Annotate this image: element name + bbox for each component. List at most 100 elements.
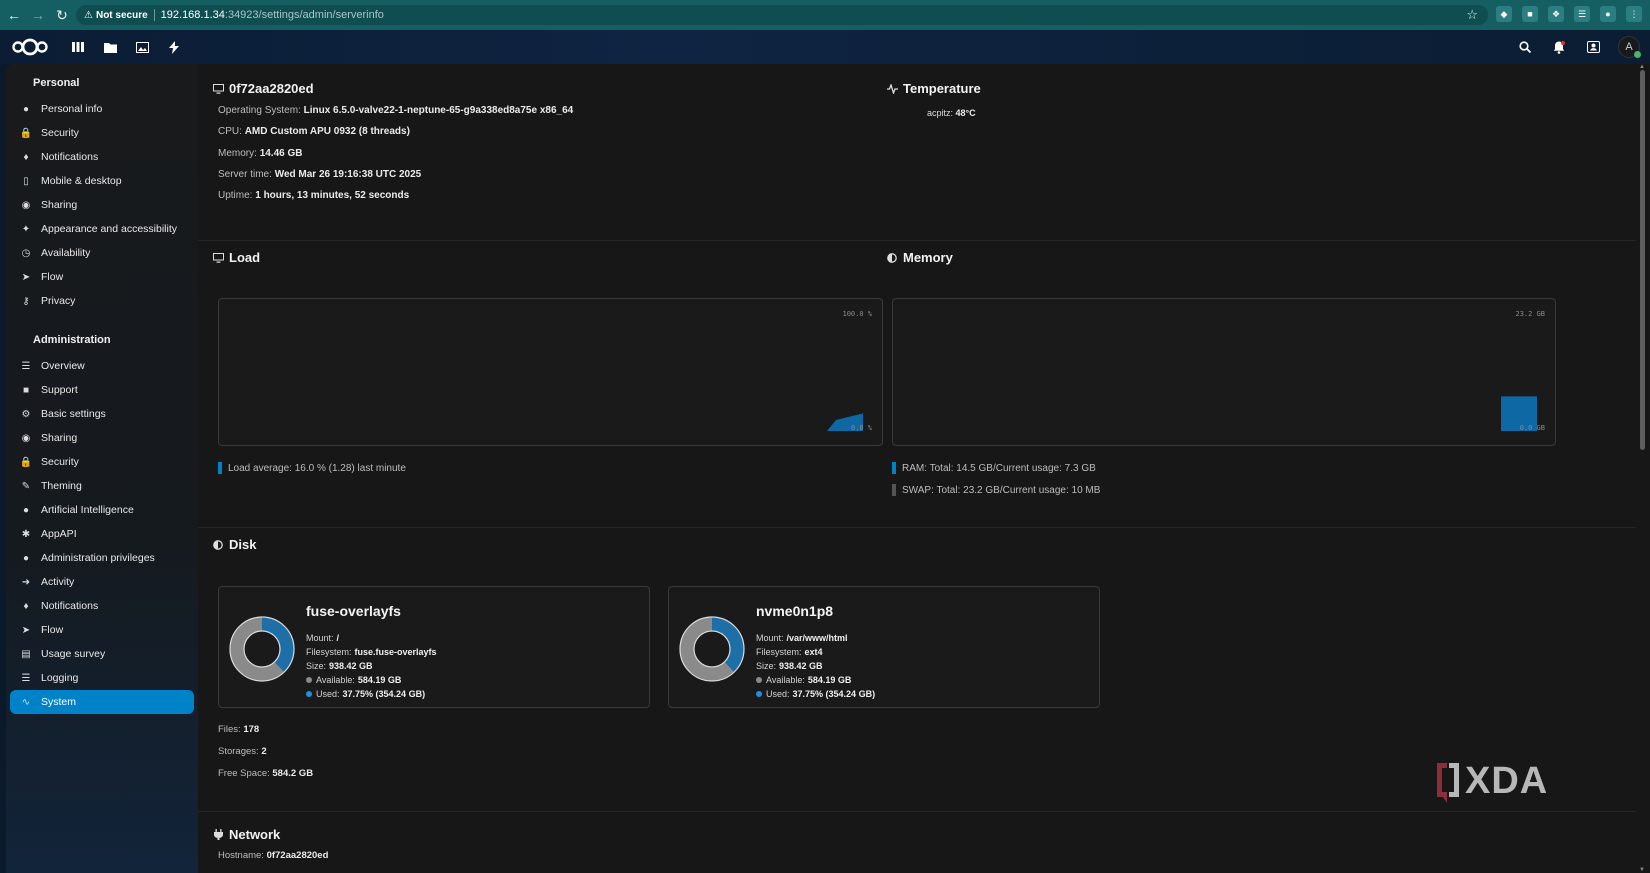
nextcloud-logo-icon[interactable] (10, 37, 50, 57)
sidebar-item-activity[interactable]: ➜ Activity (10, 570, 194, 594)
sidebar-item-mobile-desktop[interactable]: ▯ Mobile & desktop (10, 169, 194, 193)
url-separator (153, 9, 155, 21)
memory-max-label: 23.2 GB (1515, 310, 1545, 318)
sidebar-item-theming[interactable]: ✎ Theming (10, 474, 194, 498)
disk-used: Used: 37.75% (354.24 GB) (756, 689, 875, 699)
sidebar-item-label: Sharing (41, 199, 78, 211)
sidebar-item-flow[interactable]: ➤ Flow (10, 265, 194, 289)
files-count: Files: 178 (218, 724, 260, 735)
extension-icon[interactable]: ◆ (1496, 6, 1512, 22)
files-icon[interactable] (102, 39, 118, 55)
sidebar-item-label: Availability (41, 247, 91, 259)
load-section-title: Load (212, 250, 260, 265)
share-icon: ◉ (21, 199, 31, 211)
sidebar-item-sharing[interactable]: ◉ Sharing (10, 426, 194, 450)
app-header: A (0, 30, 1650, 64)
not-secure-indicator[interactable]: ⚠ Not secure (84, 10, 148, 21)
user-avatar[interactable]: A (1618, 36, 1641, 58)
sidebar-item-personal-info[interactable]: ● Personal info (10, 97, 194, 121)
robot-icon: ● (22, 504, 30, 516)
load-chart-svg (827, 413, 863, 431)
puzzle-icon[interactable]: ❖ (1548, 6, 1564, 22)
sidebar-item-support[interactable]: ■ Support (10, 378, 194, 402)
api-icon: ✱ (21, 528, 31, 540)
sidebar-item-label: Security (41, 127, 79, 139)
disk-filesystem: Filesystem: ext4 (756, 647, 823, 657)
forward-icon[interactable]: → (28, 5, 48, 25)
sidebar-item-flow[interactable]: ➤ Flow (10, 618, 194, 642)
sidebar-item-label: Sharing (41, 432, 78, 444)
sidebar-item-appearance-and-accessibility[interactable]: ✦ Appearance and accessibility (10, 217, 194, 241)
storages-count: Storages: 2 (218, 746, 267, 757)
sidebar-item-artificial-intelligence[interactable]: ● Artificial Intelligence (10, 498, 194, 522)
bookmark-star-icon[interactable]: ☆ (1466, 7, 1478, 23)
watermark-text: XDA (1465, 760, 1549, 802)
scroll-down-icon[interactable]: ▼ (1639, 867, 1645, 873)
browser-toolbar: ← → ↻ ⚠ Not secure 192.168.1.34 :34923/s… (0, 0, 1650, 30)
disk-name: nvme0n1p8 (756, 603, 834, 619)
chat-icon: ■ (22, 384, 30, 396)
sidebar-item-appapi[interactable]: ✱ AppAPI (10, 522, 194, 546)
contacts-icon[interactable] (1584, 38, 1602, 56)
url-host: 192.168.1.34 (160, 9, 225, 21)
xda-watermark: XDA (1435, 760, 1548, 803)
personal-nav-list: ● Personal info 🔒 Security ♦ Notifications ▯ Mo… (6, 97, 198, 313)
sidebar-item-privacy[interactable]: ⚷ Privacy (10, 289, 194, 313)
sidebar-item-label: Administration privileges (41, 552, 155, 564)
sidebar-item-label: Theming (41, 480, 82, 492)
half-circle-icon (886, 252, 898, 263)
monitor-icon (212, 83, 224, 94)
activity-icon[interactable] (166, 39, 182, 55)
pulse-icon (886, 83, 898, 94)
admin-user-icon: ● (22, 552, 30, 564)
sidebar-item-basic-settings[interactable]: ⚙ Basic settings (10, 402, 194, 426)
notifications-bell-icon[interactable] (1550, 38, 1568, 56)
sidebar-item-label: Security (41, 456, 79, 468)
url-path: :34923/settings/admin/serverinfo (224, 9, 384, 21)
disk-used: Used: 37.75% (354.24 GB) (306, 689, 425, 699)
memory-chart-svg (1501, 396, 1537, 431)
sidebar-item-sharing[interactable]: ◉ Sharing (10, 193, 194, 217)
memory-info: Memory: 14.46 GB (218, 148, 303, 159)
load-chart: 100.0 % 0.0 % (218, 298, 883, 446)
dashboard-icon[interactable] (70, 39, 86, 55)
memory-section-title: Memory (886, 250, 953, 265)
divider (198, 811, 1636, 812)
sidebar-item-system[interactable]: ∿ System (10, 690, 194, 714)
sidebar-item-notifications[interactable]: ♦ Notifications (10, 145, 194, 169)
sidebar-item-availability[interactable]: ◷ Availability (10, 241, 194, 265)
scrollbar-thumb[interactable] (1640, 70, 1645, 450)
network-section-title: Network (212, 827, 280, 842)
menu-icon[interactable]: ⋮ (1626, 6, 1642, 22)
sidebar-item-security[interactable]: 🔒 Security (10, 121, 194, 145)
search-icon[interactable] (1516, 38, 1534, 56)
media-icon[interactable]: ☰ (1574, 6, 1590, 22)
flow-icon: ➤ (21, 624, 31, 636)
sidebar-item-label: Notifications (41, 600, 99, 612)
profile-icon[interactable]: ● (1600, 6, 1616, 22)
disk-usage-donut (229, 616, 295, 682)
sidebar-item-notifications[interactable]: ♦ Notifications (10, 594, 194, 618)
extension-icons: ◆ ■ ❖ ☰ ● ⋮ (1496, 6, 1642, 22)
sidebar-item-overview[interactable]: ☰ Overview (10, 354, 194, 378)
phone-icon: ▯ (23, 175, 29, 187)
reload-icon[interactable]: ↻ (52, 5, 72, 25)
bolt-icon: ➜ (21, 576, 31, 588)
sidebar-item-label: Basic settings (41, 408, 106, 420)
sidebar-item-logging[interactable]: ☰ Logging (10, 666, 194, 690)
load-max-label: 100.0 % (842, 310, 872, 318)
address-bar[interactable]: ⚠ Not secure 192.168.1.34 :34923/setting… (76, 5, 1488, 25)
extension-icon[interactable]: ■ (1522, 6, 1538, 22)
sidebar-item-security[interactable]: 🔒 Security (10, 450, 194, 474)
hostname-title: 0f72aa2820ed (229, 81, 314, 96)
photos-icon[interactable] (134, 39, 150, 55)
sidebar-item-label: AppAPI (41, 528, 77, 540)
sidebar-item-label: Personal info (41, 103, 103, 115)
warning-icon: ⚠ (84, 9, 93, 21)
back-icon[interactable]: ← (4, 5, 24, 25)
load-legend: Load average: 16.0 % (1.28) last minute (218, 462, 406, 474)
disk-available: Available: 584.19 GB (756, 675, 851, 685)
sidebar-item-administration-privileges[interactable]: ● Administration privileges (10, 546, 194, 570)
main-scrollbar[interactable]: ▲ ▼ (1636, 64, 1650, 873)
sidebar-item-usage-survey[interactable]: ▤ Usage survey (10, 642, 194, 666)
